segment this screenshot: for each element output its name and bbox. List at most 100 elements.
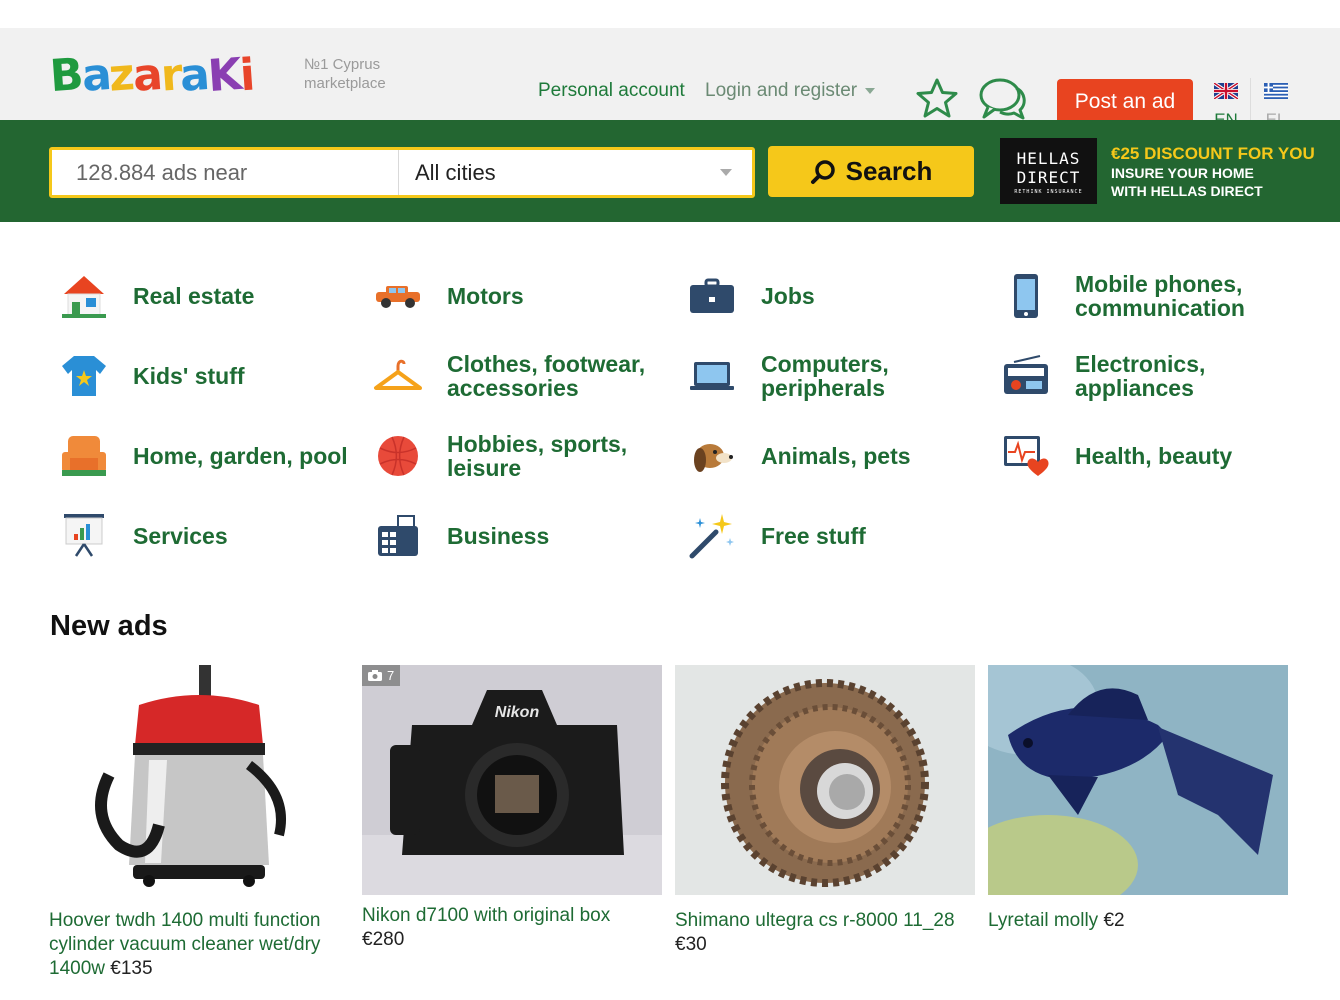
category-label: Hobbies, sports, leisure <box>447 431 628 481</box>
bazaraki-logo[interactable]: BazaraKi <box>48 46 255 104</box>
category-label: Jobs <box>761 283 815 309</box>
category-label: Computers, peripherals <box>761 351 889 401</box>
category-label: Clothes, footwear, accessories <box>447 351 646 401</box>
category-free-stuff[interactable]: Free stuff <box>686 498 866 574</box>
category-label: Health, beauty <box>1075 443 1233 469</box>
category-services[interactable]: Services <box>58 498 228 574</box>
ad-card[interactable]: Shimano ultegra cs r-8000 11_28 €30 <box>675 665 976 957</box>
camera-image: Nikon <box>362 665 662 895</box>
login-register-link[interactable]: Login and register <box>705 80 876 102</box>
category-label: Motors <box>447 283 524 309</box>
category-health[interactable]: Health, beauty <box>1000 418 1232 494</box>
category-label: Real estate <box>133 283 255 309</box>
chat-bubbles-icon[interactable] <box>978 76 1028 122</box>
category-computers[interactable]: Computers, peripherals <box>686 338 889 414</box>
fish-photo[interactable] <box>958 655 1288 915</box>
search-box: All cities <box>49 147 755 198</box>
photo-count: 7 <box>387 668 395 683</box>
category-label: Mobile phones, communication <box>1075 271 1245 321</box>
personal-account-link[interactable]: Personal account <box>538 80 685 102</box>
logo-wordmark: BazaraKi <box>48 48 255 102</box>
mobile-phone-icon <box>1014 274 1038 318</box>
banner-logo-line-1: HELLAS <box>1016 149 1081 168</box>
dog-icon <box>694 444 733 472</box>
vacuum-cleaner-photo[interactable] <box>49 665 349 895</box>
category-jobs[interactable]: Jobs <box>686 258 815 334</box>
chevron-down-icon <box>720 169 732 176</box>
category-business[interactable]: Business <box>372 498 549 574</box>
laptop-icon <box>690 362 734 390</box>
search-button[interactable]: Search <box>768 146 974 197</box>
category-clothes[interactable]: Clothes, footwear, accessories <box>372 338 645 414</box>
top-strip <box>0 0 1340 28</box>
category-motors[interactable]: Motors <box>372 258 524 334</box>
category-label: Kids' stuff <box>133 363 245 389</box>
ad-price: €2 <box>1103 910 1125 931</box>
banner-logo-line-2: DIRECT <box>1016 168 1081 187</box>
banner-subline-2: WITH HELLAS DIRECT <box>1111 183 1263 199</box>
uk-flag-icon <box>1213 81 1239 101</box>
city-select-value: All cities <box>415 159 496 185</box>
tagline-line-1: №1 Cyprus <box>304 56 381 73</box>
category-label: Home, garden, pool <box>133 443 348 469</box>
presentation-board-icon <box>64 514 104 557</box>
search-button-label: Search <box>845 156 933 186</box>
search-band: All cities Search HELLAS DIRECT RETHINK … <box>0 120 1340 222</box>
tagline: №1 Cyprus marketplace <box>304 55 414 93</box>
fax-icon <box>378 515 418 556</box>
ad-card[interactable]: Lyretail molly €2 <box>958 655 1289 933</box>
chevron-down-icon <box>865 88 876 94</box>
heart-monitor-icon <box>1004 436 1049 476</box>
ad-card[interactable]: Nikon 7 Nikon d7100 with original box €28… <box>362 665 663 952</box>
new-ads-heading: New ads <box>50 610 168 642</box>
city-select[interactable]: All cities <box>399 150 752 195</box>
promo-banner[interactable]: €25 DISCOUNT FOR YOU INSURE YOUR HOME WI… <box>1111 144 1340 200</box>
tshirt-icon <box>62 356 106 396</box>
banner-logo-line-3: RETHINK INSURANCE <box>1014 189 1083 195</box>
category-hobbies[interactable]: Hobbies, sports, leisure <box>372 418 627 494</box>
search-icon <box>810 159 835 184</box>
star-icon[interactable] <box>915 77 959 119</box>
category-mobile-phones[interactable]: Mobile phones, communication <box>1000 258 1245 334</box>
hanger-icon <box>374 359 422 390</box>
magic-wand-icon <box>689 514 734 559</box>
site-header: BazaraKi №1 Cyprus marketplace Personal … <box>0 28 1340 129</box>
tagline-line-2: marketplace <box>304 75 386 92</box>
house-icon <box>62 276 106 318</box>
car-icon <box>376 286 420 308</box>
photo-count-badge: 7 <box>362 665 401 686</box>
radio-icon <box>1004 355 1048 394</box>
ad-price: €280 <box>362 929 405 950</box>
bike-cassette-photo[interactable] <box>675 665 975 895</box>
banner-headline: €25 DISCOUNT FOR YOU <box>1111 144 1315 163</box>
ad-title[interactable]: Lyretail molly €2 <box>988 909 1289 933</box>
category-home-garden[interactable]: Home, garden, pool <box>58 418 348 494</box>
category-kids-stuff[interactable]: Kids' stuff <box>58 338 245 414</box>
search-input[interactable] <box>52 150 399 195</box>
camera-icon <box>368 670 382 681</box>
greece-flag-icon <box>1264 83 1288 99</box>
ad-title[interactable]: Shimano ultegra cs r-8000 11_28 €30 <box>675 909 976 957</box>
ad-title[interactable]: Nikon d7100 with original box €280 <box>362 904 663 952</box>
category-label: Animals, pets <box>761 443 911 469</box>
language-divider <box>1250 78 1251 126</box>
category-real-estate[interactable]: Real estate <box>58 258 254 334</box>
category-electronics[interactable]: Electronics, appliances <box>1000 338 1205 414</box>
armchair-icon <box>62 436 106 476</box>
ad-price: €30 <box>675 934 707 955</box>
category-label: Free stuff <box>761 523 866 549</box>
nikon-camera-photo[interactable]: Nikon 7 <box>362 665 662 895</box>
category-label: Electronics, appliances <box>1075 351 1206 401</box>
post-ad-button[interactable]: Post an ad <box>1057 79 1193 125</box>
briefcase-icon <box>690 278 734 313</box>
camera-brand-text: Nikon <box>495 704 540 721</box>
ball-icon <box>378 436 418 476</box>
category-label: Services <box>133 523 228 549</box>
ad-card[interactable]: Hoover twdh 1400 multi function cylinder… <box>49 665 350 981</box>
hellas-direct-logo[interactable]: HELLAS DIRECT RETHINK INSURANCE <box>1000 138 1097 204</box>
ad-title[interactable]: Hoover twdh 1400 multi function cylinder… <box>49 909 350 981</box>
login-register-label: Login and register <box>705 80 858 101</box>
category-animals[interactable]: Animals, pets <box>686 418 911 494</box>
banner-subline-1: INSURE YOUR HOME <box>1111 165 1254 181</box>
ad-price: €135 <box>110 958 153 979</box>
